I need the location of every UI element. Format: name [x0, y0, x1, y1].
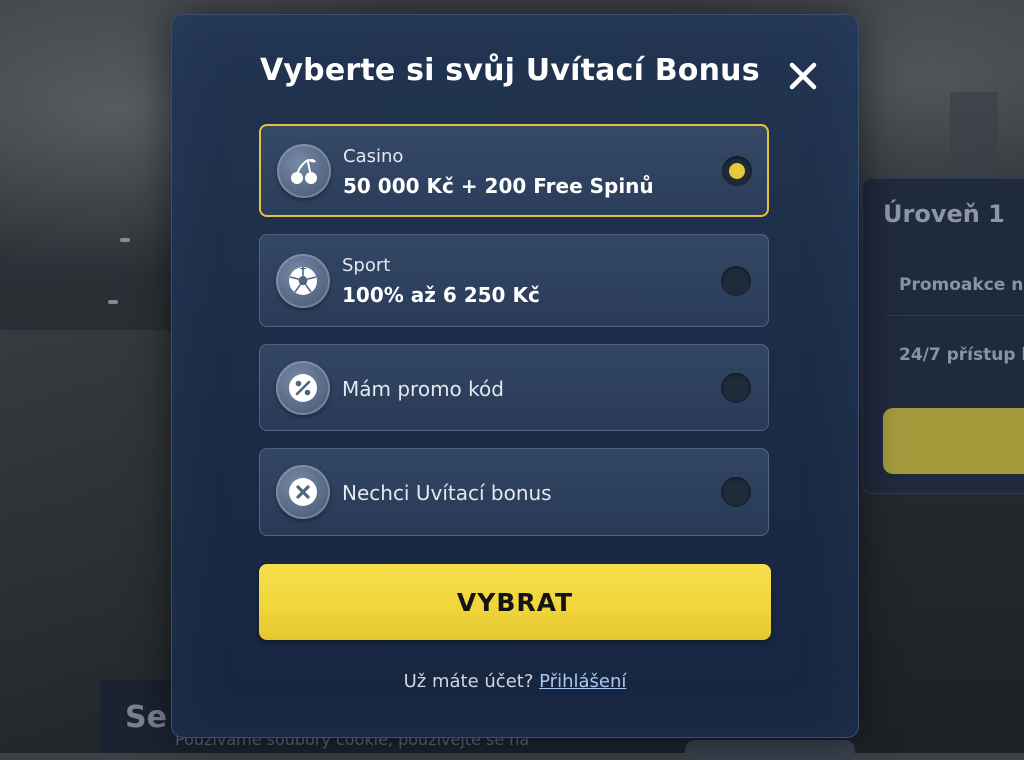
x-circle-icon	[276, 465, 330, 519]
radio-unselected[interactable]	[721, 477, 751, 507]
bonus-option-value: 100% až 6 250 Kč	[342, 283, 540, 307]
close-button[interactable]	[784, 57, 822, 95]
login-prompt-line: Už máte účet? Přihlášení	[172, 671, 858, 692]
bonus-option-casino[interactable]: Casino 50 000 Kč + 200 Free Spinů	[259, 124, 769, 217]
radio-unselected[interactable]	[721, 373, 751, 403]
radio-unselected[interactable]	[721, 266, 751, 296]
welcome-bonus-modal: Vyberte si svůj Uvítací Bonus Casino 50 …	[171, 14, 859, 738]
bonus-option-label: Sport	[342, 255, 391, 276]
bonus-option-sport[interactable]: Sport 100% až 6 250 Kč	[259, 234, 769, 327]
bonus-option-label: Nechci Uvítací bonus	[342, 481, 552, 505]
background-divider	[885, 315, 1024, 316]
background-street-light	[120, 238, 130, 242]
close-icon	[789, 62, 817, 90]
login-prompt-text: Už máte účet?	[403, 671, 534, 692]
percent-icon	[276, 361, 330, 415]
login-link[interactable]: Přihlášení	[539, 671, 626, 692]
radio-selected[interactable]	[722, 156, 752, 186]
background-street-light	[108, 300, 118, 304]
background-building	[950, 92, 998, 182]
bonus-option-label: Casino	[343, 146, 404, 167]
cookie-banner-title: Se	[125, 700, 167, 735]
cherries-icon	[277, 144, 331, 198]
background-level-row: 24/7 přístup k	[899, 345, 1024, 365]
bonus-option-label: Mám promo kód	[342, 377, 504, 401]
bonus-option-no-bonus[interactable]: Nechci Uvítací bonus	[259, 448, 769, 536]
cookie-banner-button	[685, 740, 855, 760]
bonus-option-value: 50 000 Kč + 200 Free Spinů	[343, 174, 654, 198]
background-level-title: Úroveň 1	[883, 200, 1005, 228]
choose-button[interactable]: VYBRAT	[259, 564, 771, 640]
background-level-button	[883, 408, 1024, 474]
modal-title: Vyberte si svůj Uvítací Bonus	[260, 53, 760, 88]
background-level-row: Promoakce na	[899, 275, 1024, 295]
bonus-option-promo-code[interactable]: Mám promo kód	[259, 344, 769, 431]
soccer-ball-icon	[276, 254, 330, 308]
